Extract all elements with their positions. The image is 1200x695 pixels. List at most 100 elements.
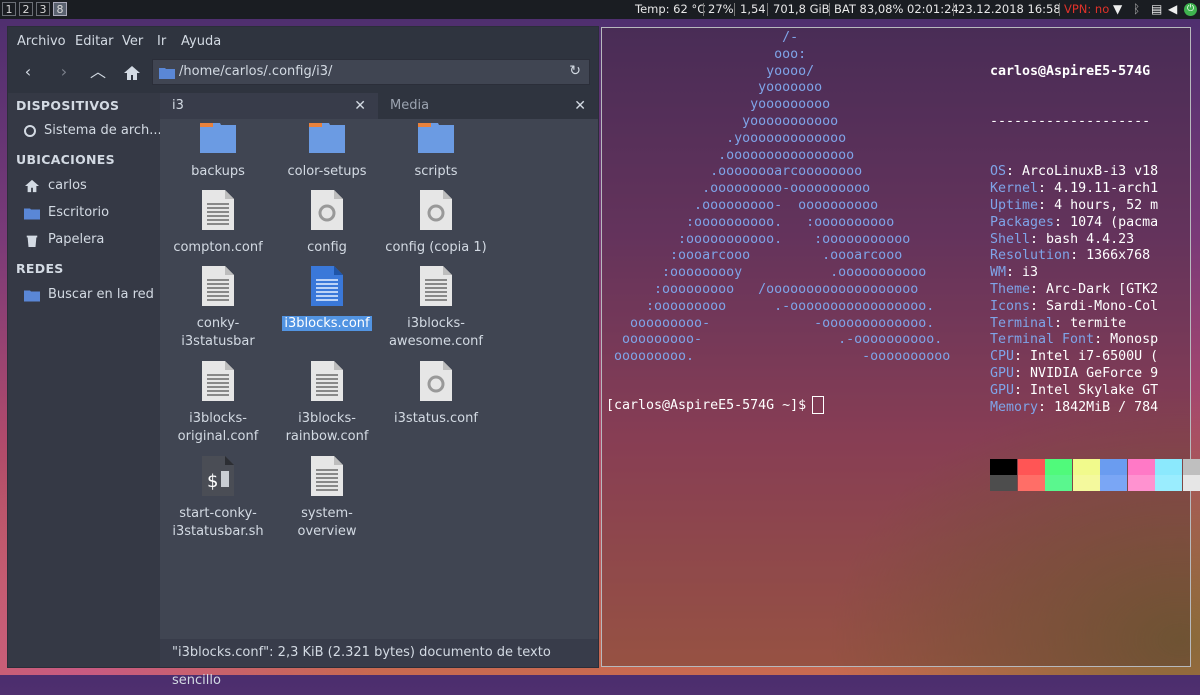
disk-status: 701,8 GiB [773, 2, 830, 17]
file-name: start-conky-i3statusbar.sh [172, 506, 263, 539]
sidebar-item-label: Escritorio [48, 205, 109, 220]
info-key: Shell [990, 232, 1030, 247]
file-name: backups [191, 164, 245, 179]
menu-ayuda[interactable]: Ayuda [181, 34, 221, 49]
close-icon[interactable]: ✕ [574, 93, 586, 119]
home-icon [123, 65, 141, 81]
datetime-status: 23.12.2018 16:58 [958, 2, 1061, 17]
menu-archivo[interactable]: Archivo [17, 34, 66, 49]
home-button[interactable] [120, 60, 144, 84]
sidebar-heading-places: UBICACIONES [16, 152, 115, 167]
workspace-button-1[interactable]: 1 [2, 2, 16, 16]
back-button[interactable]: ‹ [16, 60, 40, 84]
network-icon [24, 288, 40, 302]
info-colon: : [1038, 400, 1046, 415]
info-value: Sardi-Mono-Col [1038, 299, 1158, 314]
terminal-window[interactable]: /- ooo: yoooo/ yooooooo yooooooooo yoooo… [601, 27, 1191, 667]
config-file-icon [307, 189, 347, 233]
file-item[interactable]: compton.conf [163, 189, 273, 257]
sidebar-item-network[interactable]: Buscar en la red [24, 287, 154, 302]
system-info: carlos@AspireE5-574G -------------------… [990, 30, 1190, 527]
file-item[interactable]: system-overview [272, 455, 382, 541]
info-colon: : [1014, 349, 1022, 364]
up-button[interactable]: ︿ [86, 60, 110, 84]
file-item[interactable]: scripts [381, 113, 491, 181]
forward-button[interactable]: › [52, 60, 76, 84]
palette-swatch [990, 475, 1017, 491]
info-value: NVIDIA GeForce 9 [1022, 366, 1158, 381]
location-bar[interactable]: /home/carlos/.config/i3/ ↻ [152, 59, 590, 85]
info-lines: OS: ArcoLinuxB-i3 v18Kernel: 4.19.11-arc… [990, 164, 1190, 416]
text-file-icon [307, 265, 347, 309]
info-key: Theme [990, 282, 1030, 297]
workspace-button-8[interactable]: 8 [53, 2, 67, 16]
info-key: Uptime [990, 198, 1038, 213]
info-colon: : [1014, 383, 1022, 398]
info-colon: : [1030, 299, 1038, 314]
info-colon: : [1030, 282, 1038, 297]
workspace-button-2[interactable]: 2 [19, 2, 33, 16]
file-item[interactable]: i3blocks.conf [272, 265, 382, 333]
sidebar-item-home[interactable]: carlos [24, 178, 87, 193]
cpu-status: 27% [708, 2, 734, 17]
home-icon [24, 179, 40, 193]
file-item[interactable]: backups [163, 113, 273, 181]
menu-editar[interactable]: Editar [75, 34, 114, 49]
bluetooth-icon[interactable]: ᛒ [1133, 2, 1140, 17]
info-colon: : [1054, 215, 1062, 230]
file-item[interactable]: color-setups [272, 113, 382, 181]
info-value: 1366x768 [1078, 248, 1150, 263]
file-item[interactable]: config (copia 1) [381, 189, 491, 257]
menu-ver[interactable]: Ver [122, 34, 143, 49]
info-value: 1074 (pacma [1062, 215, 1158, 230]
power-icon[interactable]: ⏻ [1184, 3, 1197, 16]
config-file-icon [416, 360, 456, 404]
sidebar-item-label: Papelera [48, 232, 104, 247]
file-item[interactable]: i3blocks-rainbow.conf [272, 360, 382, 446]
volume-icon[interactable]: ◀ [1168, 2, 1177, 17]
file-item[interactable]: i3blocks-awesome.conf [381, 265, 491, 351]
file-item[interactable]: config [272, 189, 382, 257]
menu-ir[interactable]: Ir [157, 34, 166, 49]
divider [767, 3, 768, 16]
palette-swatch [1018, 475, 1045, 491]
clipboard-icon[interactable]: ▤ [1151, 2, 1162, 17]
info-key: Memory [990, 400, 1038, 415]
file-item[interactable]: i3status.conf [381, 360, 491, 428]
info-value: 4.19.11-arch1 [1046, 181, 1158, 196]
info-colon: : [1014, 366, 1022, 381]
info-line: Terminal: termite [990, 316, 1190, 333]
file-item[interactable]: conky-i3statusbar [163, 265, 273, 351]
battery-status: BAT 83,08% 02:01:24 [834, 2, 959, 17]
vpn-status: VPN: no [1064, 2, 1109, 17]
shell-script-icon: $ [198, 455, 238, 499]
palette-swatch [1128, 475, 1155, 491]
palette-swatch [1100, 459, 1127, 475]
palette-swatch [1018, 459, 1045, 475]
info-colon: : [1094, 332, 1102, 347]
workspace-button-3[interactable]: 3 [36, 2, 50, 16]
sidebar-item-desktop[interactable]: Escritorio [24, 205, 109, 220]
info-line: OS: ArcoLinuxB-i3 v18 [990, 164, 1190, 181]
info-key: Kernel [990, 181, 1038, 196]
reload-icon[interactable]: ↻ [569, 63, 581, 79]
info-value: 4 hours, 52 m [1046, 198, 1158, 213]
shell-prompt[interactable]: [carlos@AspireE5-574G ~]$ [606, 396, 824, 414]
file-item[interactable]: i3blocks-original.conf [163, 360, 273, 446]
folder-icon [307, 113, 347, 157]
sidebar-item-filesystem[interactable]: Sistema de arch... [24, 123, 162, 138]
location-path: /home/carlos/.config/i3/ [179, 64, 332, 79]
temperature-status: Temp: 62 °C [635, 2, 705, 17]
status-text: "i3blocks.conf": 2,3 KiB (2.321 bytes) d… [172, 639, 598, 695]
sidebar-item-label: Sistema de arch... [44, 123, 162, 138]
info-line: WM: i3 [990, 265, 1190, 282]
wifi-icon[interactable]: ▼ [1113, 2, 1122, 17]
palette-swatch [990, 459, 1017, 475]
sidebar-item-trash[interactable]: Papelera [24, 232, 104, 247]
folder-icon [159, 66, 175, 79]
info-value: 1842MiB / 784 [1046, 400, 1158, 415]
info-separator: -------------------- [990, 114, 1190, 131]
user-host: carlos@AspireE5-574G [990, 64, 1190, 81]
info-key: GPU [990, 366, 1014, 381]
file-item[interactable]: $ start-conky-i3statusbar.sh [163, 455, 273, 541]
